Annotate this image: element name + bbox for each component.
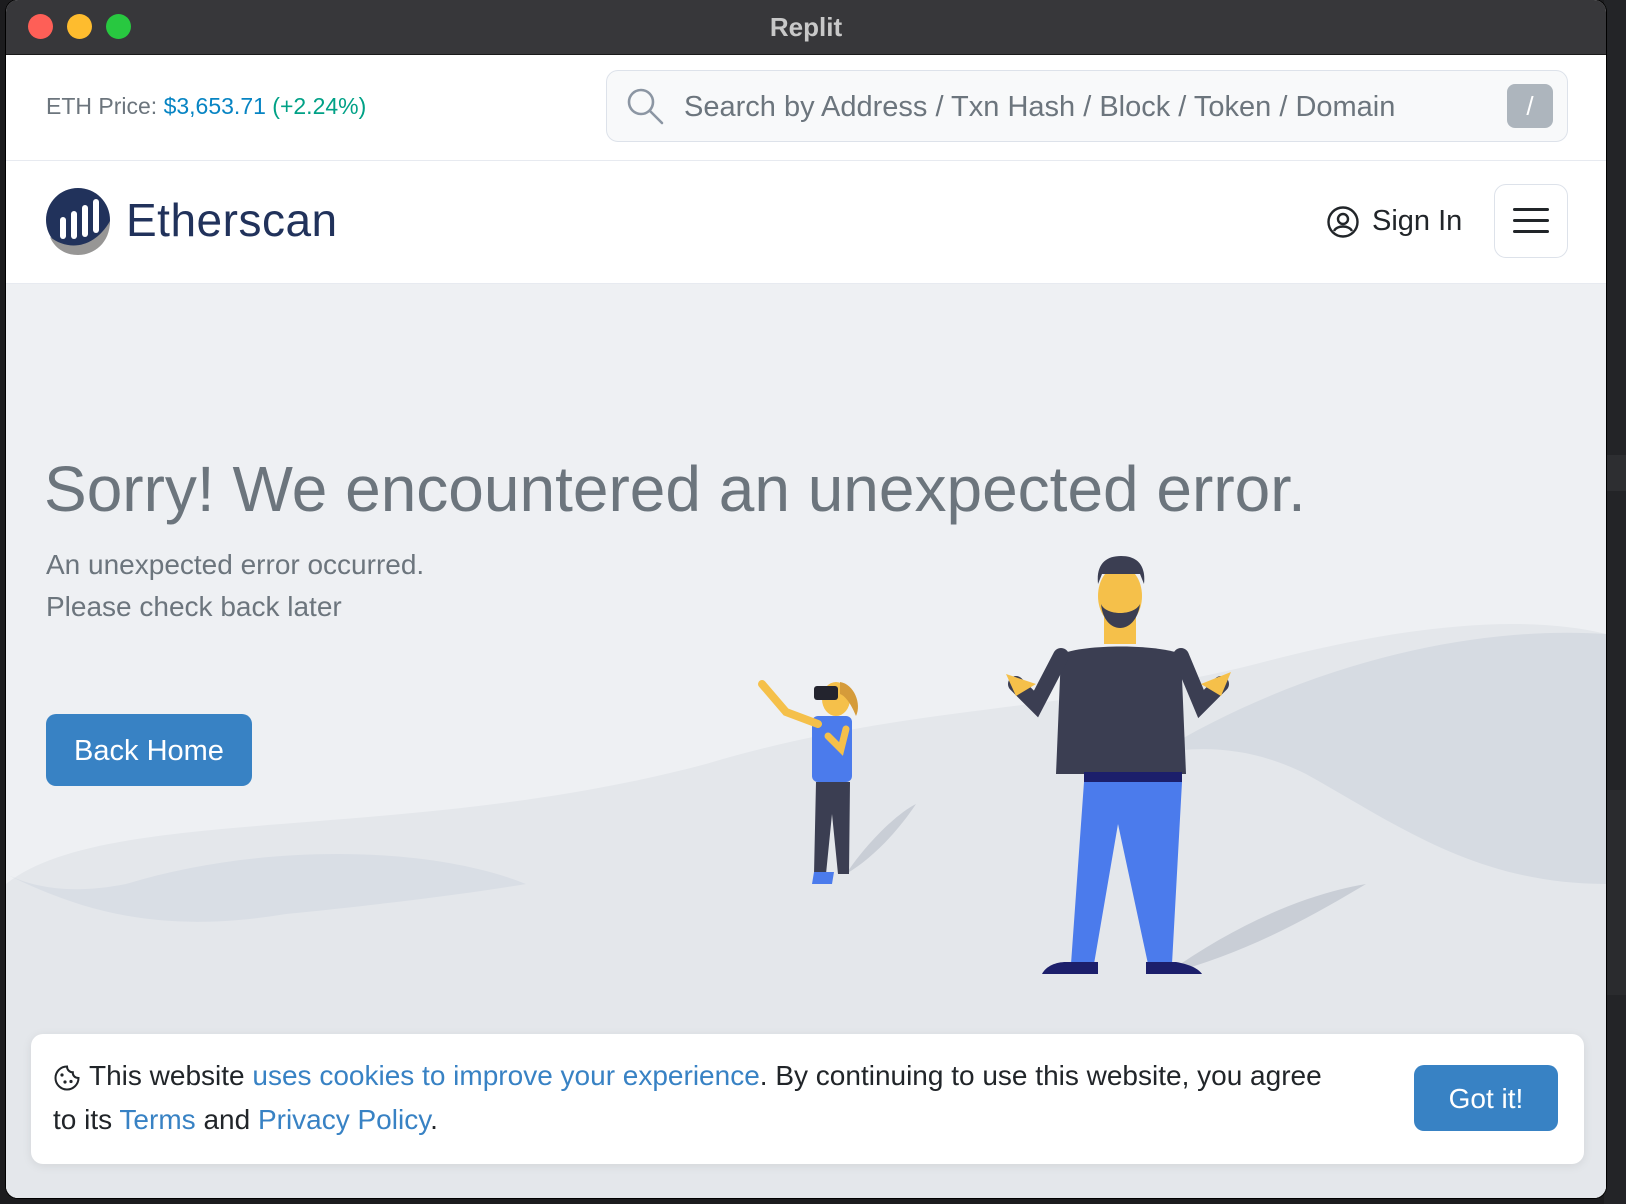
user-circle-icon bbox=[1327, 206, 1359, 238]
search-shortcut-badge: / bbox=[1507, 84, 1553, 128]
back-home-button[interactable]: Back Home bbox=[46, 714, 252, 786]
error-message-line-2: Please check back later bbox=[46, 591, 342, 622]
error-heading: Sorry! We encountered an unexpected erro… bbox=[44, 453, 1306, 525]
browser-window: Replit ETH Price: $3,653.71 (+2.24%) / bbox=[6, 0, 1606, 1198]
cookie-policy-link[interactable]: uses cookies to improve your experience bbox=[252, 1060, 759, 1091]
window-titlebar: Replit bbox=[6, 0, 1606, 55]
cookie-text: and bbox=[203, 1104, 251, 1135]
sign-in-label: Sign In bbox=[1372, 205, 1463, 237]
search-input[interactable] bbox=[682, 85, 1406, 129]
accept-cookies-button[interactable]: Got it! bbox=[1414, 1065, 1558, 1131]
eth-price-change: (+2.24%) bbox=[272, 93, 367, 119]
desktop-background bbox=[1604, 0, 1626, 1204]
cookie-text: to its bbox=[53, 1104, 113, 1135]
search-box[interactable]: / bbox=[606, 70, 1568, 142]
logo-text: Etherscan bbox=[126, 194, 338, 246]
cookie-text: This website bbox=[89, 1060, 245, 1091]
price-search-bar: ETH Price: $3,653.71 (+2.24%) / bbox=[6, 55, 1606, 161]
error-message-line-1: An unexpected error occurred. bbox=[46, 549, 425, 580]
terms-link[interactable]: Terms bbox=[119, 1104, 195, 1135]
main-navbar: Etherscan Sign In bbox=[6, 161, 1606, 284]
cookie-text-line-2: to its Terms and Privacy Policy. bbox=[53, 1104, 438, 1136]
cookie-text: . bbox=[430, 1104, 438, 1135]
etherscan-logo-icon bbox=[46, 188, 110, 255]
cookie-text: . By continuing to use this website, you… bbox=[759, 1060, 1322, 1091]
window-title: Replit bbox=[769, 12, 843, 42]
error-page-content: Sorry! We encountered an unexpected erro… bbox=[6, 284, 1606, 1198]
privacy-policy-link[interactable]: Privacy Policy bbox=[258, 1104, 430, 1135]
eth-price: ETH Price: $3,653.71 (+2.24%) bbox=[46, 93, 366, 120]
eth-price-label: ETH Price: bbox=[46, 93, 158, 119]
search-icon bbox=[627, 88, 664, 125]
cookie-text-line-1: This website uses cookies to improve you… bbox=[53, 1060, 1322, 1092]
eth-price-value[interactable]: $3,653.71 bbox=[164, 93, 266, 119]
cookie-consent-banner: This website uses cookies to improve you… bbox=[31, 1034, 1584, 1164]
menu-toggle-button[interactable] bbox=[1494, 184, 1568, 258]
